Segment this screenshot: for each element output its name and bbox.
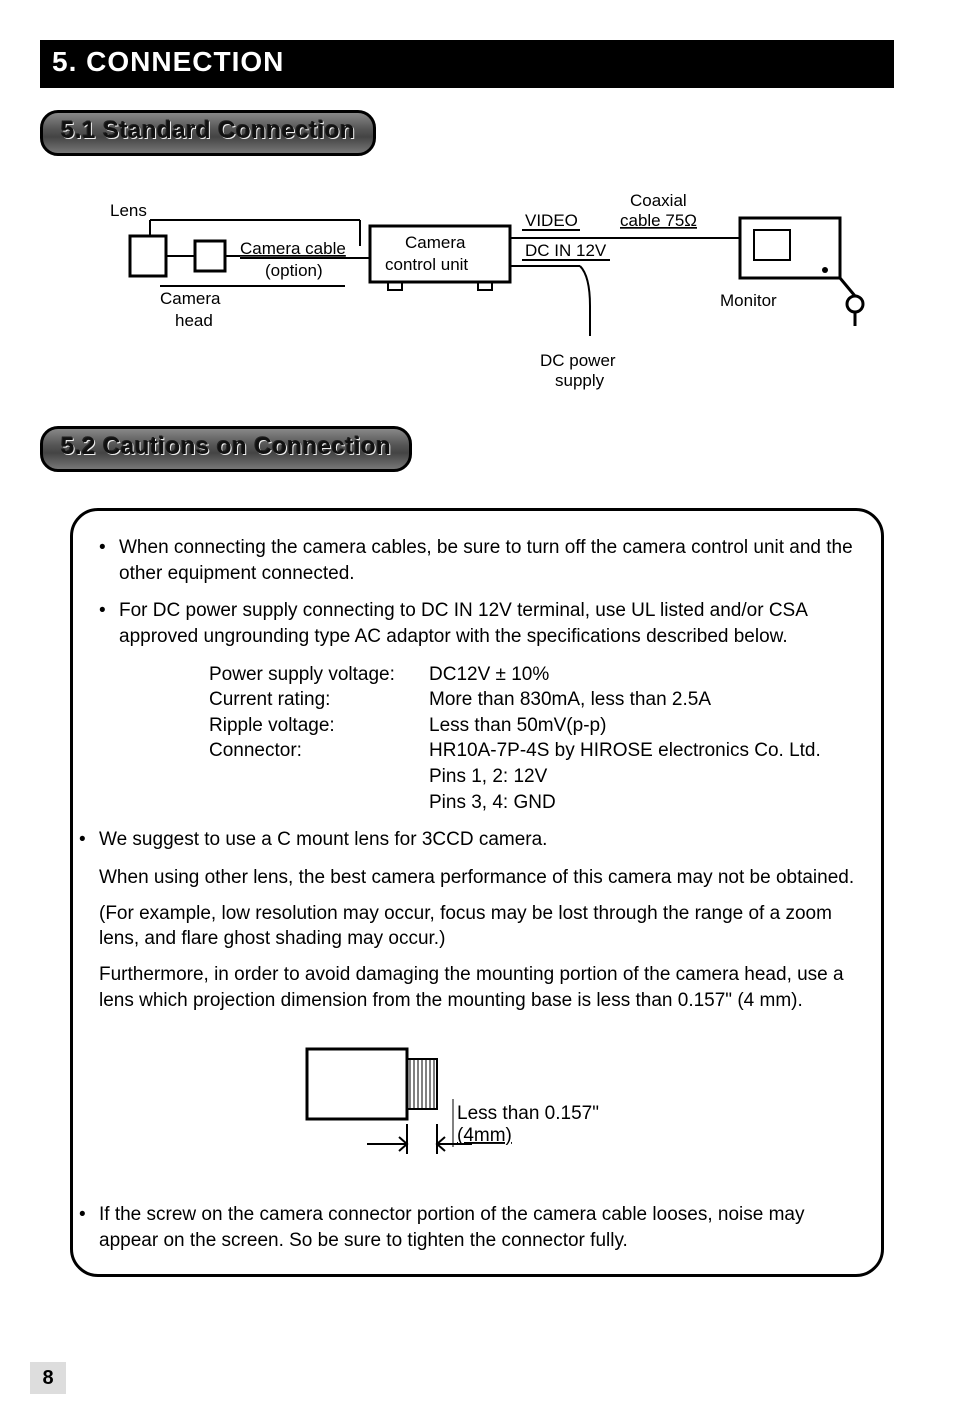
label-option: (option) [265,261,323,280]
bullet-2: • For DC power supply connecting to DC I… [99,598,855,649]
caution-box: • When connecting the camera cables, be … [70,508,884,1277]
camera-head-box [195,241,225,271]
page-number: 8 [30,1362,66,1394]
spec-list: Power supply voltage: DC12V ± 10% Curren… [209,662,855,816]
label-monitor: Monitor [720,291,777,310]
bullet-3: • We suggest to use a C mount lens for 3… [79,827,855,853]
para-3b: (For example, low resolution may occur, … [99,901,855,952]
label-dcin: DC IN 12V [525,241,607,260]
lens-mount-diagram: Less than 0.157" (4mm) [99,1029,855,1174]
subsection-5-1-title: 5.1 Standard Connection [61,117,355,144]
spec-con-val: HR10A-7P-4S by HIROSE electronics Co. Lt… [429,738,821,764]
bullet-dot: • [79,827,99,853]
label-camera-cable: Camera cable [240,239,346,258]
spec-rip-val: Less than 50mV(p-p) [429,713,606,739]
bullet-1-text: When connecting the camera cables, be su… [119,535,855,586]
bullet-3-text: We suggest to use a C mount lens for 3CC… [99,827,855,853]
subsection-5-2-title: 5.2 Cautions on Connection [61,433,391,460]
lens-diag-label-2: (4mm) [457,1125,512,1146]
spec-cur-label: Current rating: [209,687,429,713]
label-camera-head-1: Camera [160,289,221,308]
subsection-5-1: 5.1 Standard Connection [40,110,376,156]
label-camera-head-2: head [175,311,213,330]
label-video: VIDEO [525,211,578,230]
lens-box [130,236,166,276]
page-number-value: 8 [42,1367,53,1389]
bullet-1: • When connecting the camera cables, be … [99,535,855,586]
monitor-screen [754,230,790,260]
spec-psv-label: Power supply voltage: [209,662,429,688]
section-banner: 5. CONNECTION [40,40,894,88]
document-page: 5. CONNECTION 5.1 Standard Connection Le… [0,0,954,1307]
bullet-4: • If the screw on the camera connector p… [79,1202,855,1253]
label-ccu-1: Camera [405,233,466,252]
label-ccu-2: control unit [385,255,468,274]
para-3a: When using other lens, the best camera p… [99,865,855,891]
connection-diagram: Lens Camera cable (option) Camera head C… [100,186,864,396]
label-coax-2: cable 75Ω [620,211,697,230]
spec-cur-val: More than 830mA, less than 2.5A [429,687,711,713]
bullet-dot: • [79,1202,99,1253]
bullet-dot: • [99,535,119,586]
label-coax-1: Coaxial [630,191,687,210]
label-dcpower-2: supply [555,371,605,390]
spec-pins34: Pins 3, 4: GND [429,790,556,816]
lens-diag-label-1: Less than 0.157" [457,1103,599,1124]
spec-pins12: Pins 1, 2: 12V [429,764,547,790]
para-3c: Furthermore, in order to avoid damaging … [99,962,855,1013]
section-title: 5. CONNECTION [52,46,284,77]
diagram-svg: Lens Camera cable (option) Camera head C… [100,186,900,396]
label-lens: Lens [110,201,147,220]
spec-rip-label: Ripple voltage: [209,713,429,739]
bullet-2-text: For DC power supply connecting to DC IN … [119,598,855,649]
spec-psv-val: DC12V ± 10% [429,662,549,688]
subsection-5-2: 5.2 Cautions on Connection [40,426,412,472]
spec-con-label: Connector: [209,738,429,764]
lens-mount-svg: Less than 0.157" (4mm) [267,1029,687,1169]
bullet-4-text: If the screw on the camera connector por… [99,1202,855,1253]
label-dcpower-1: DC power [540,351,616,370]
bullet-dot: • [99,598,119,649]
